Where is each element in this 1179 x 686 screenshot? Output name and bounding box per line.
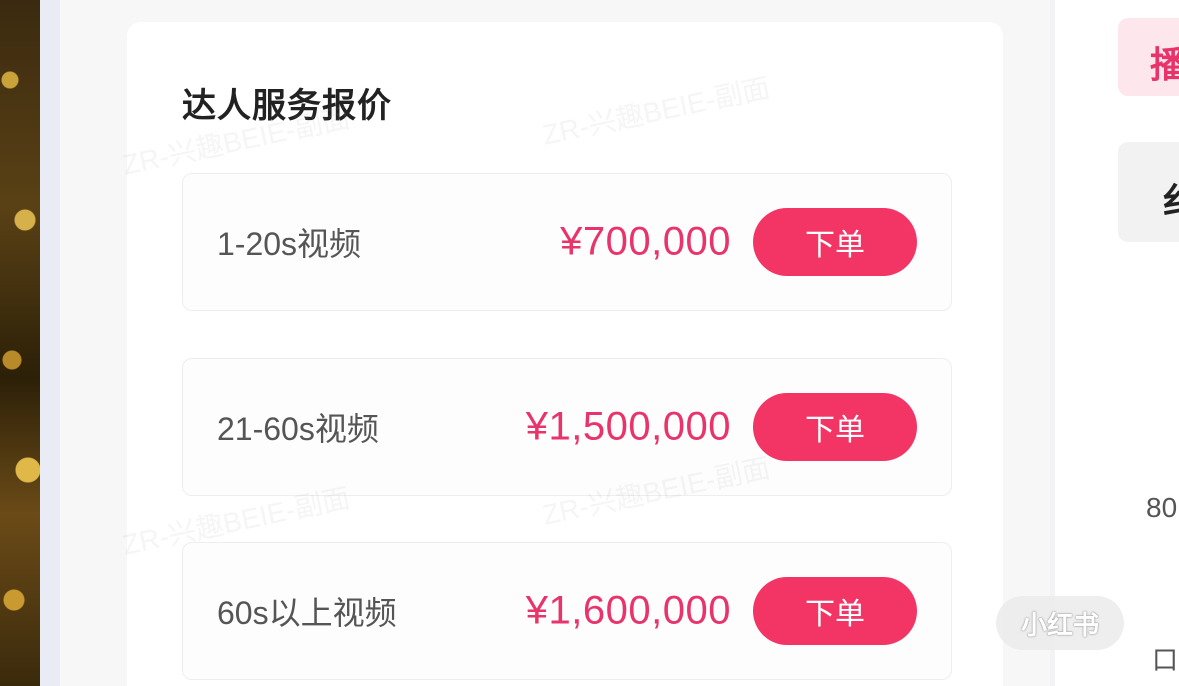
order-button[interactable]: 下单 <box>753 393 917 461</box>
service-label: 21-60s视频 <box>217 411 379 447</box>
screen: 达人服务报价 1-20s视频 ¥700,000 下单 21-60s视频 ¥1,5… <box>0 0 1179 686</box>
service-price: ¥1,600,000 <box>525 588 731 633</box>
right-info-box: 纟 <box>1118 142 1179 242</box>
right-tab[interactable]: 播 <box>1118 18 1179 96</box>
right-box-label: 纟 <box>1162 172 1179 224</box>
left-edge <box>40 0 60 686</box>
right-number: 80 <box>1146 492 1178 523</box>
service-row: 1-20s视频 ¥700,000 下单 <box>182 173 952 311</box>
order-button[interactable]: 下单 <box>753 577 917 645</box>
service-row: 21-60s视频 ¥1,500,000 下单 <box>182 358 952 496</box>
right-tab-label: 播 <box>1150 44 1179 85</box>
xiaohongshu-logo: 小红书 <box>996 596 1124 650</box>
service-price: ¥1,500,000 <box>525 404 731 449</box>
service-label: 60s以上视频 <box>217 595 397 631</box>
order-button[interactable]: 下单 <box>753 208 917 276</box>
right-bottom-glyph: 口 <box>1152 646 1179 676</box>
background-photo-strip <box>0 0 40 686</box>
service-row: 60s以上视频 ¥1,600,000 下单 <box>182 542 952 680</box>
card-title: 达人服务报价 <box>182 87 392 125</box>
service-label: 1-20s视频 <box>217 226 362 262</box>
service-price: ¥700,000 <box>560 219 731 264</box>
right-side-panel <box>1055 0 1179 686</box>
